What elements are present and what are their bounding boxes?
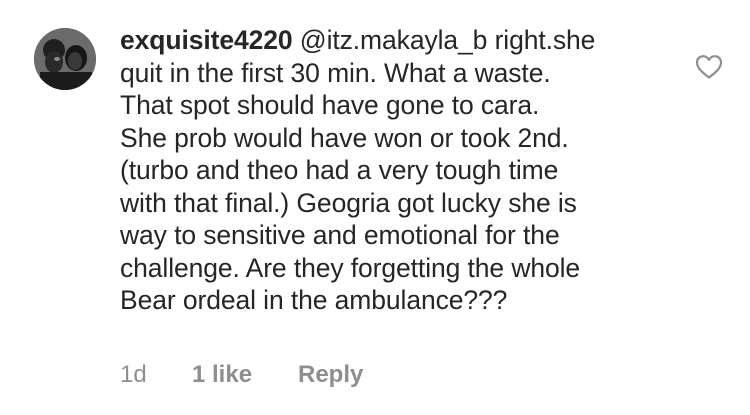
- comment-text-segment: @itz.makayla_b right.she: [299, 25, 596, 55]
- profile-photo: [34, 28, 96, 90]
- comment-line: (turbo and theo had a very tough time: [120, 155, 559, 185]
- comment-line: quit in the first 30 min. What a waste.: [120, 57, 551, 88]
- avatar[interactable]: [34, 28, 96, 90]
- username-link[interactable]: exquisite4220: [120, 25, 293, 55]
- heart-icon-graphic: [695, 55, 723, 79]
- comment-line: exquisite4220 @itz.makayla_b right.she: [120, 24, 680, 57]
- reply-button[interactable]: Reply: [298, 360, 363, 390]
- comment-line: Bear ordeal in the ambulance???: [120, 285, 508, 315]
- comment-text: exquisite4220 @itz.makayla_b right.she q…: [120, 24, 680, 317]
- heart-outline-icon[interactable]: [695, 54, 723, 80]
- comment-line: challenge. Are they forgetting the whole: [120, 252, 581, 283]
- comment-line: That spot should have gone to cara.: [120, 90, 540, 120]
- like-count-button[interactable]: 1 like: [192, 360, 252, 390]
- comment-line: She prob would have won or took 2nd.: [120, 122, 569, 153]
- comment-line: with that final.) Geogria got lucky she …: [120, 187, 577, 218]
- comment-item: exquisite4220 @itz.makayla_b right.she q…: [0, 0, 750, 415]
- comment-line: way to sensitive and emotional for the: [120, 220, 560, 250]
- comment-timestamp[interactable]: 1d: [120, 360, 147, 390]
